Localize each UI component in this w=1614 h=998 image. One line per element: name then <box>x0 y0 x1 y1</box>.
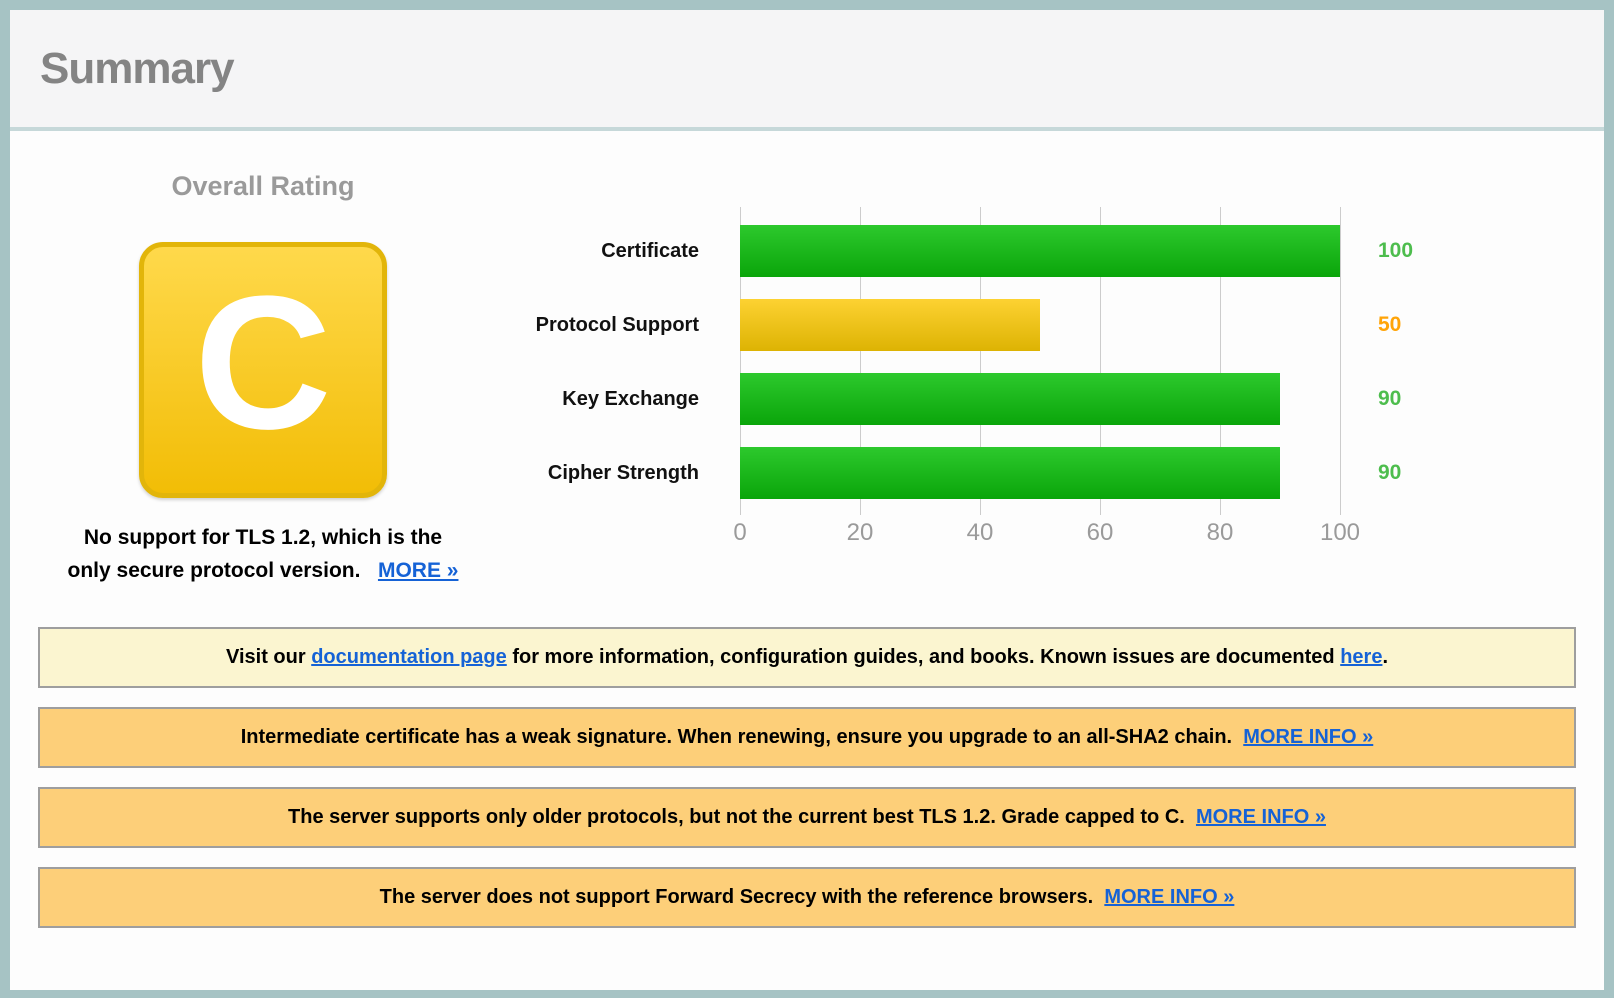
summary-body: Overall Rating C No support for TLS 1.2,… <box>10 131 1604 929</box>
x-tick-0: 0 <box>733 519 747 546</box>
message-text: Intermediate certificate has a weak sign… <box>240 726 1233 749</box>
grade-letter: C <box>194 257 332 469</box>
x-tick-80: 80 <box>1206 519 1234 546</box>
x-tick-20: 20 <box>846 519 874 546</box>
chart-label-cipher-strength: Cipher Strength <box>547 462 699 484</box>
score-bar-chart: Certificate Protocol Support Key Exchange C… <box>488 165 1413 549</box>
message-box-4: The server does not support Forward Secr… <box>38 867 1576 929</box>
x-tick-100: 100 <box>1319 519 1361 546</box>
chart-value-cipher-strength: 90 <box>1378 461 1402 484</box>
message-text <box>1232 726 1243 748</box>
chart-label-key-exchange: Key Exchange <box>562 388 699 410</box>
x-tick-60: 60 <box>1086 519 1114 546</box>
chart-bars <box>740 207 1340 515</box>
chart-bar-cipher-strength <box>740 447 1280 499</box>
chart-bar-key-exchange <box>740 373 1280 425</box>
message-box-3: The server supports only older protocols… <box>38 787 1576 849</box>
message-text <box>1185 806 1196 828</box>
gridline-100 <box>1340 207 1341 515</box>
grade-badge: C <box>139 242 387 498</box>
chart-label-certificate: Certificate <box>601 240 699 262</box>
chart-label-protocol-support: Protocol Support <box>535 314 699 336</box>
rating-note: No support for TLS 1.2, which is the onl… <box>53 522 473 587</box>
rating-note-line1: No support for TLS 1.2, which is the <box>83 526 443 549</box>
documentation-page-link[interactable]: documentation page <box>311 646 507 668</box>
message-text: Visit our <box>225 646 312 669</box>
message-box-2: Intermediate certificate has a weak sign… <box>38 707 1576 769</box>
message-text: for more information, configuration guid… <box>506 646 1341 669</box>
more-info-link-weak-signature[interactable]: MORE INFO » <box>1243 726 1373 748</box>
chart-bar-certificate <box>740 225 1340 277</box>
rating-note-line2: only secure protocol version. <box>67 558 361 582</box>
message-text <box>1093 886 1104 908</box>
message-text: The server supports only older protocols… <box>288 806 1185 829</box>
message-box-1: Visit our documentation page for more in… <box>38 627 1576 689</box>
overall-rating-label: Overall Rating <box>171 171 355 201</box>
more-info-link-forward-secrecy[interactable]: MORE INFO » <box>1104 886 1234 908</box>
x-tick-40: 40 <box>966 519 994 546</box>
chart-bar-protocol-support <box>740 299 1040 351</box>
message-boxes: Visit our documentation page for more in… <box>38 627 1576 929</box>
overall-rating-section: Overall Rating C No support for TLS 1.2,… <box>38 165 488 587</box>
chart-plot-area: 0 20 40 60 80 100 <box>733 207 1360 549</box>
more-info-link-grade-capped[interactable]: MORE INFO » <box>1196 806 1326 828</box>
summary-header: Summary <box>10 10 1604 131</box>
more-link[interactable]: MORE » <box>378 559 459 582</box>
chart-value-certificate: 100 <box>1378 239 1414 262</box>
chart-value-protocol-support: 50 <box>1378 313 1402 336</box>
top-section: Overall Rating C No support for TLS 1.2,… <box>38 165 1576 587</box>
page-title: Summary <box>40 43 235 93</box>
chart-x-axis-ticks: 0 20 40 60 80 100 <box>733 515 1360 549</box>
summary-panel: Summary Overall Rating C No support for … <box>0 0 1614 998</box>
chart-value-labels: 100 50 90 90 <box>1340 207 1413 549</box>
chart-value-key-exchange: 90 <box>1378 387 1402 410</box>
known-issues-link[interactable]: here <box>1340 646 1382 668</box>
message-text: The server does not support Forward Secr… <box>379 886 1094 909</box>
message-text: . <box>1382 646 1389 669</box>
chart-category-labels: Certificate Protocol Support Key Exchange C… <box>488 207 740 549</box>
